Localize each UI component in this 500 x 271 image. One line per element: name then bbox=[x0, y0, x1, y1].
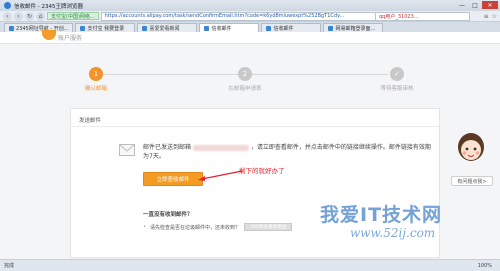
menu-icon[interactable]: ≡ bbox=[484, 13, 489, 20]
step-number: 1 bbox=[89, 67, 103, 81]
status-text: 完成 bbox=[4, 263, 15, 269]
browser-logo-icon bbox=[4, 2, 11, 9]
help-text: 请先检查是否在垃圾邮件中，还未收到？ bbox=[149, 224, 240, 231]
tab-label: 信收邮件 bbox=[273, 25, 294, 32]
site-header: 账户服务 bbox=[0, 30, 500, 44]
open-mailbox-button[interactable]: 立即查收邮件 bbox=[143, 172, 203, 186]
assistant-avatar-icon bbox=[458, 133, 484, 161]
help-row: • 请先检查是否在垃圾邮件中，还未收到？ (60)秒后重新发送 bbox=[143, 223, 293, 231]
watermark: 我爱IT技术网 www.52ij.com bbox=[300, 198, 500, 258]
forward-arrow-icon[interactable]: › bbox=[14, 11, 23, 21]
email-sent-message: 邮件已发送到邮箱 ，请立即查看邮件，并点击邮件中的链接继续操作。邮件链接有效期为… bbox=[143, 143, 433, 161]
tab-favicon-icon bbox=[80, 25, 86, 31]
card-title: 发送邮件 bbox=[79, 118, 102, 124]
tab-4-active[interactable]: 信收邮件 bbox=[199, 23, 260, 32]
tab-label: 信收邮件 bbox=[211, 25, 232, 32]
minimize-button[interactable]: — bbox=[456, 1, 468, 9]
close-button[interactable]: ✕ bbox=[482, 1, 498, 9]
home-icon[interactable]: ⌂ bbox=[36, 11, 45, 21]
step-label: 确认邮箱 bbox=[84, 86, 107, 92]
alipay-logo-icon bbox=[42, 30, 56, 40]
zoom-level[interactable]: 100% bbox=[478, 263, 492, 269]
annotation-text: 剩下的就好办了 bbox=[239, 167, 285, 175]
tab-strip: 2345网址导航 - 开创... 支付宝 我要登录 喜爱爱看新闻 信收邮件 信收… bbox=[0, 22, 500, 32]
step-check-icon: ✓ bbox=[390, 67, 404, 81]
tab-3[interactable]: 喜爱爱看新闻 bbox=[137, 23, 198, 32]
tab-2[interactable]: 支付宝 我要登录 bbox=[75, 23, 136, 32]
user-account-box[interactable]: qq用户_31023... bbox=[375, 12, 470, 21]
address-bar-row: ‹ › ↻ ⌂ 支付宝(中国)网络... https://accounts.al… bbox=[0, 11, 500, 22]
refresh-icon[interactable]: ↻ bbox=[25, 11, 34, 21]
tab-label: 喜爱爱看新闻 bbox=[149, 25, 180, 32]
status-bar: 完成 100% bbox=[0, 259, 500, 271]
back-arrow-icon[interactable]: ‹ bbox=[3, 11, 12, 21]
tab-label: 网易邮箱登录面... bbox=[335, 25, 376, 32]
resend-button[interactable]: (60)秒后重新发送 bbox=[243, 223, 293, 231]
tab-favicon-icon bbox=[204, 25, 210, 31]
watermark-text: 我爱IT技术网 bbox=[320, 204, 443, 226]
maximize-button[interactable]: □ bbox=[469, 1, 481, 9]
annotation-arrow-icon bbox=[198, 170, 243, 181]
step-1: 1 确认邮箱 bbox=[66, 67, 126, 92]
tab-favicon-icon bbox=[328, 25, 334, 31]
envelope-icon bbox=[119, 144, 135, 156]
star-icon[interactable]: ☆ bbox=[492, 13, 497, 20]
step-label: 等待客服审核 bbox=[380, 86, 414, 92]
step-label: 在邮箱申请表 bbox=[228, 86, 262, 92]
tab-favicon-icon bbox=[266, 25, 272, 31]
tab-favicon-icon bbox=[142, 25, 148, 31]
site-brand-text: 账户服务 bbox=[58, 35, 83, 42]
step-3: ✓ 等待客服审核 bbox=[367, 67, 427, 92]
help-title: 一直没有收到邮件？ bbox=[143, 212, 193, 218]
browser-title-bar: 信收邮件 - 2345王牌浏览器 — □ ✕ bbox=[0, 0, 500, 11]
redacted-email bbox=[192, 144, 249, 151]
window-title: 信收邮件 - 2345王牌浏览器 bbox=[14, 3, 83, 10]
tab-1[interactable]: 2345网址导航 - 开创... bbox=[4, 23, 74, 32]
toolbar-icons: ≡ ☆ bbox=[484, 13, 497, 20]
url-input[interactable]: https://accounts.alipay.com/task/sendCon… bbox=[100, 11, 381, 21]
ask-help-button[interactable]: 有问题点我> bbox=[451, 176, 493, 186]
tab-6[interactable]: 网易邮箱登录面... bbox=[323, 23, 384, 32]
step-number: 2 bbox=[238, 67, 252, 81]
window-controls: — □ ✕ bbox=[456, 1, 498, 9]
tab-label: 支付宝 我要登录 bbox=[87, 25, 125, 32]
tab-5[interactable]: 信收邮件 bbox=[261, 23, 322, 32]
secure-site-badge[interactable]: 支付宝(中国)网络... bbox=[47, 12, 99, 20]
bullet-icon: • bbox=[143, 224, 146, 230]
watermark-url: www.52ij.com bbox=[350, 226, 436, 240]
step-2: 2 在邮箱申请表 bbox=[215, 67, 275, 92]
tab-favicon-icon bbox=[9, 25, 14, 31]
help-assistant-widget[interactable]: 有问题点我> bbox=[447, 132, 497, 202]
divider bbox=[71, 126, 439, 127]
message-prefix: 邮件已发送到邮箱 bbox=[143, 144, 192, 151]
progress-steps: 1 确认邮箱 2 在邮箱申请表 ✓ 等待客服审核 bbox=[70, 64, 430, 94]
